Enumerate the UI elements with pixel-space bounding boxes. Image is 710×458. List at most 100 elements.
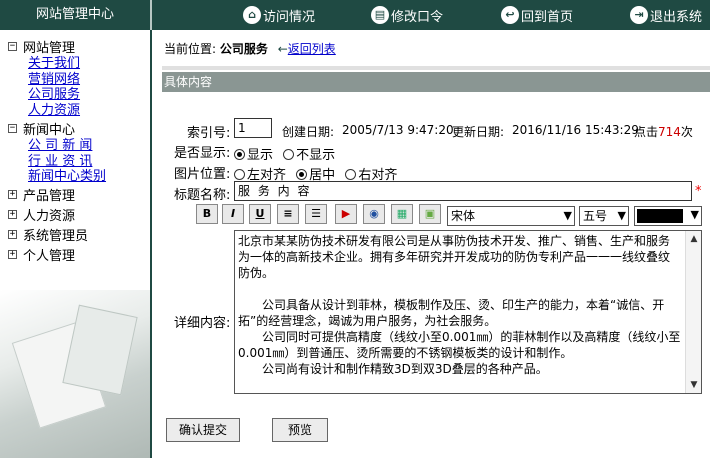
scroll-down-icon[interactable]: ▼ bbox=[686, 377, 701, 393]
hyperlink-icon[interactable]: ◉ bbox=[363, 204, 385, 224]
option-label: 显示 bbox=[247, 148, 274, 163]
submit-button[interactable]: 确认提交 bbox=[166, 418, 240, 442]
title-input[interactable]: 服 务 内 容 bbox=[234, 181, 692, 201]
sidebar-group-label: 系统管理员 bbox=[23, 229, 89, 244]
sidebar-group-personal[interactable]: + 个人管理 bbox=[8, 245, 106, 265]
sidebar-item-network[interactable]: 营销网络 bbox=[8, 72, 106, 88]
content-paragraph: 公司具备从设计到菲林，模板制作及压、烫、印生产的能力，本着“诚信、开拓”的经营理… bbox=[238, 298, 665, 328]
click-value: 714 bbox=[658, 125, 681, 139]
font-size-value: 五号 bbox=[583, 209, 608, 223]
expand-icon[interactable]: + bbox=[8, 230, 17, 239]
image-icon[interactable]: ▣ bbox=[419, 204, 441, 224]
collapse-icon[interactable]: − bbox=[8, 41, 17, 51]
expand-icon[interactable]: + bbox=[8, 190, 17, 199]
chevron-down-icon: ▼ bbox=[563, 209, 572, 222]
password-icon: ▤ bbox=[371, 6, 389, 24]
preview-button[interactable]: 预览 bbox=[272, 418, 328, 442]
chevron-down-icon: ▼ bbox=[690, 208, 699, 221]
nav-change-password[interactable]: ▤ 修改口令 bbox=[371, 0, 443, 30]
sidebar-group-news[interactable]: − 新闻中心 bbox=[8, 118, 106, 138]
sidebar-group-label: 新闻中心 bbox=[23, 122, 76, 138]
sidebar-group-hr[interactable]: + 人力资源 bbox=[8, 205, 106, 225]
index-label: 索引号: bbox=[187, 126, 231, 141]
click-unit: 次 bbox=[680, 125, 693, 139]
color-swatch bbox=[637, 209, 683, 223]
content-label: 详细内容: bbox=[174, 316, 231, 331]
breadcrumb: 当前位置: 公司服务 ←返回列表 bbox=[164, 40, 336, 57]
sidebar: − 网站管理 关于我们 营销网络 公司服务 人力资源 − 新闻中心 公 司 新 … bbox=[0, 30, 152, 458]
sidebar-item-news-category[interactable]: 新闻中心类别 bbox=[8, 169, 106, 185]
sidebar-item-industry-news[interactable]: 行 业 资 讯 bbox=[8, 154, 106, 170]
chevron-down-icon: ▼ bbox=[617, 209, 626, 222]
sidebar-item-company-news[interactable]: 公 司 新 闻 bbox=[8, 138, 106, 154]
section-title: 具体内容 bbox=[162, 72, 710, 92]
content-paragraph: 公司尚有设计和制作精致3D到双3D叠层的各种产品。 bbox=[238, 362, 548, 376]
sidebar-item-about[interactable]: 关于我们 bbox=[8, 56, 106, 72]
radio-icon[interactable] bbox=[234, 149, 245, 160]
bold-button[interactable]: B bbox=[196, 204, 218, 224]
radio-icon[interactable] bbox=[296, 169, 308, 180]
underline-button[interactable]: U bbox=[249, 204, 271, 224]
expand-icon[interactable]: + bbox=[8, 250, 17, 259]
exit-icon: ⇥ bbox=[630, 6, 648, 24]
display-radio-group: 显示 不显示 bbox=[234, 144, 341, 163]
sidebar-group-sysadmin[interactable]: + 系统管理员 bbox=[8, 225, 106, 245]
sidebar-tree: − 网站管理 关于我们 营销网络 公司服务 人力资源 − 新闻中心 公 司 新 … bbox=[8, 36, 106, 265]
nav-home-label: 回到首页 bbox=[521, 9, 574, 25]
sidebar-group-label: 个人管理 bbox=[23, 249, 76, 264]
nav-exit[interactable]: ⇥ 退出系统 bbox=[630, 0, 702, 30]
content-paragraph: 公司同时可提供高精度（线纹小至0.001㎜）的菲林制作以及高精度（线纹小至0.0… bbox=[238, 330, 681, 360]
created-value: 2005/7/13 9:47:20 bbox=[342, 123, 454, 137]
scroll-up-icon[interactable]: ▲ bbox=[686, 231, 701, 247]
sidebar-group-products[interactable]: + 产品管理 bbox=[8, 185, 106, 205]
font-color-select[interactable]: ▼ bbox=[634, 206, 702, 226]
sidebar-item-hr[interactable]: 人力资源 bbox=[8, 103, 106, 119]
sidebar-group-label: 人力资源 bbox=[23, 209, 76, 224]
visit-icon: ⌂ bbox=[243, 6, 261, 24]
image-position-label: 图片位置: bbox=[174, 167, 231, 182]
nav-exit-label: 退出系统 bbox=[650, 9, 703, 25]
index-input[interactable]: 1 bbox=[234, 118, 272, 138]
content-paragraph bbox=[238, 281, 681, 297]
align-center-icon[interactable]: ≡ bbox=[277, 204, 299, 224]
radio-icon[interactable] bbox=[283, 149, 295, 160]
nav-visit-label: 访问情况 bbox=[263, 9, 316, 25]
display-hide-option[interactable]: 不显示 bbox=[283, 148, 335, 163]
sidebar-group-label: 网站管理 bbox=[23, 40, 76, 56]
breadcrumb-prefix: 当前位置: bbox=[164, 42, 217, 56]
insert-page-icon[interactable]: ▶ bbox=[335, 204, 357, 224]
top-bar: 网站管理中心 ⌂ 访问情况 ▤ 修改口令 ↩ 回到首页 ⇥ 退出系统 bbox=[0, 0, 710, 30]
radio-icon[interactable] bbox=[345, 169, 357, 180]
brand-title: 网站管理中心 bbox=[0, 0, 152, 30]
updated-value: 2016/11/16 15:43:29 bbox=[512, 123, 639, 137]
collapse-icon[interactable]: − bbox=[8, 123, 17, 133]
content-paragraph: 北京市某某防伪技术研发有限公司是从事防伪技术开发、推广、销售、生产和服务为一体的… bbox=[238, 234, 671, 280]
expand-icon[interactable]: + bbox=[8, 210, 17, 219]
sidebar-group-label: 产品管理 bbox=[23, 189, 76, 204]
required-mark: * bbox=[695, 184, 702, 199]
align-right-icon[interactable]: ☰ bbox=[305, 204, 327, 224]
back-arrow-icon: ← bbox=[277, 42, 288, 56]
title-label: 标题名称: bbox=[174, 188, 231, 203]
display-label: 是否显示: bbox=[174, 146, 231, 161]
editor-scrollbar[interactable]: ▲ ▼ bbox=[685, 231, 701, 393]
breadcrumb-current: 公司服务 bbox=[219, 42, 268, 56]
nav-visit-stats[interactable]: ⌂ 访问情况 bbox=[243, 0, 315, 30]
click-count: 点击714次 bbox=[634, 123, 693, 140]
click-label: 点击 bbox=[634, 125, 659, 139]
italic-button[interactable]: I bbox=[222, 204, 244, 224]
font-family-select[interactable]: 宋体 ▼ bbox=[447, 206, 575, 226]
display-show-option[interactable]: 显示 bbox=[234, 148, 273, 163]
nav-home[interactable]: ↩ 回到首页 bbox=[501, 0, 573, 30]
option-label: 不显示 bbox=[296, 148, 336, 163]
content-editor[interactable]: 北京市某某防伪技术研发有限公司是从事防伪技术开发、推广、销售、生产和服务为一体的… bbox=[234, 230, 702, 394]
divider bbox=[162, 66, 710, 70]
sidebar-item-services[interactable]: 公司服务 bbox=[8, 87, 106, 103]
sidebar-group-site[interactable]: − 网站管理 bbox=[8, 36, 106, 56]
main-content: 当前位置: 公司服务 ←返回列表 具体内容 索引号: 1 创建日期: 2005/… bbox=[154, 30, 710, 458]
table-icon[interactable]: ▦ bbox=[391, 204, 413, 224]
sidebar-decoration bbox=[0, 290, 150, 458]
back-to-list-link[interactable]: 返回列表 bbox=[288, 42, 336, 56]
font-size-select[interactable]: 五号 ▼ bbox=[579, 206, 629, 226]
radio-icon[interactable] bbox=[234, 169, 245, 180]
